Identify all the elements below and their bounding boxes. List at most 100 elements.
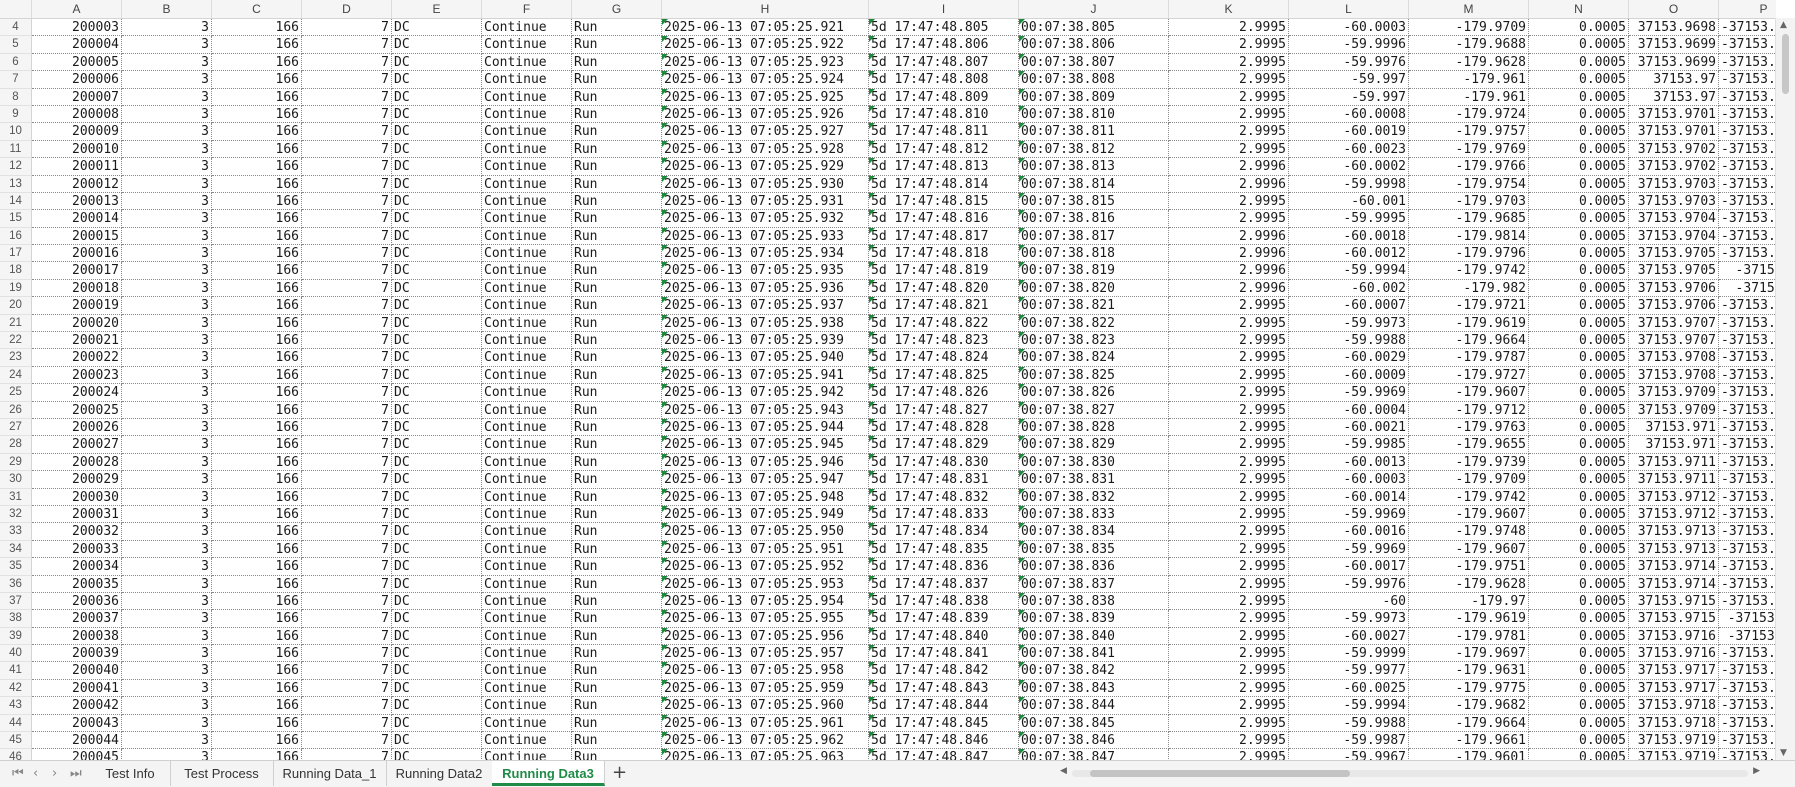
row-number[interactable]: 32 bbox=[0, 505, 32, 524]
cell-g[interactable]: Run bbox=[572, 123, 662, 141]
cell-a[interactable]: 200043 bbox=[32, 714, 122, 733]
cell-m[interactable]: -179.9607 bbox=[1409, 540, 1529, 559]
cell-h[interactable]: 2025-06-13 07:05:25.931 bbox=[662, 192, 869, 211]
row-number[interactable]: 24 bbox=[0, 366, 32, 385]
cell-b[interactable]: 3 bbox=[122, 471, 212, 489]
cell-k[interactable]: 2.9995 bbox=[1169, 610, 1289, 628]
next-sheet-icon[interactable]: › bbox=[52, 766, 57, 781]
row-number[interactable]: 4 bbox=[0, 19, 32, 37]
cell-n[interactable]: 0.0005 bbox=[1529, 471, 1629, 489]
cell-a[interactable]: 200041 bbox=[32, 679, 122, 698]
row-number[interactable]: 34 bbox=[0, 540, 32, 559]
cell-b[interactable]: 3 bbox=[122, 192, 212, 211]
cell-p[interactable]: -37153.9698 bbox=[1719, 193, 1776, 211]
cell-a[interactable]: 200044 bbox=[32, 732, 122, 750]
cell-o[interactable]: 37153.9704 bbox=[1629, 210, 1719, 228]
cell-b[interactable]: 3 bbox=[122, 349, 212, 367]
cell-j[interactable]: 00:07:38.816 bbox=[1019, 210, 1169, 228]
cell-a[interactable]: 200024 bbox=[32, 384, 122, 402]
cell-k[interactable]: 2.9996 bbox=[1169, 158, 1289, 176]
cell-p[interactable]: -37153.9693 bbox=[1719, 36, 1776, 54]
cell-b[interactable]: 3 bbox=[122, 610, 212, 628]
cell-j[interactable]: 00:07:38.833 bbox=[1019, 505, 1169, 524]
cell-n[interactable]: 0.0005 bbox=[1529, 505, 1629, 524]
cell-o[interactable]: 37153.97 bbox=[1629, 88, 1719, 106]
cell-n[interactable]: 0.0005 bbox=[1529, 71, 1629, 89]
cell-e[interactable]: DC bbox=[392, 384, 482, 402]
cell-c[interactable]: 166 bbox=[212, 471, 302, 489]
cell-f[interactable]: Continue bbox=[482, 262, 572, 280]
cell-o[interactable]: 37153.9706 bbox=[1629, 279, 1719, 298]
cell-j[interactable]: 00:07:38.839 bbox=[1019, 610, 1169, 628]
cell-g[interactable]: Run bbox=[572, 19, 662, 37]
row-number[interactable]: 9 bbox=[0, 105, 32, 124]
cell-d[interactable]: 7 bbox=[302, 227, 392, 246]
cell-k[interactable]: 2.9995 bbox=[1169, 88, 1289, 106]
cell-m[interactable]: -179.9709 bbox=[1409, 471, 1529, 489]
cell-e[interactable]: DC bbox=[392, 53, 482, 72]
cell-p[interactable]: -37153.9711 bbox=[1719, 662, 1776, 680]
cell-b[interactable]: 3 bbox=[122, 123, 212, 141]
row-number[interactable]: 7 bbox=[0, 71, 32, 89]
cell-e[interactable]: DC bbox=[392, 679, 482, 698]
cell-f[interactable]: Continue bbox=[482, 436, 572, 454]
scroll-right-icon[interactable]: ▶ bbox=[1753, 766, 1760, 776]
select-all-corner[interactable] bbox=[0, 0, 32, 18]
cell-d[interactable]: 7 bbox=[302, 349, 392, 367]
cell-a[interactable]: 200036 bbox=[32, 592, 122, 611]
cell-b[interactable]: 3 bbox=[122, 505, 212, 524]
cell-d[interactable]: 7 bbox=[302, 610, 392, 628]
cell-n[interactable]: 0.0005 bbox=[1529, 314, 1629, 333]
cell-c[interactable]: 166 bbox=[212, 19, 302, 37]
cell-a[interactable]: 200018 bbox=[32, 279, 122, 298]
add-sheet-icon[interactable]: + bbox=[612, 762, 627, 783]
cell-f[interactable]: Continue bbox=[482, 627, 572, 646]
cell-m[interactable]: -179.9757 bbox=[1409, 123, 1529, 141]
cell-i[interactable]: 5d 17:47:48.813 bbox=[869, 158, 1019, 176]
column-header-f[interactable]: F bbox=[482, 0, 572, 18]
row-number[interactable]: 45 bbox=[0, 732, 32, 750]
cell-j[interactable]: 00:07:38.834 bbox=[1019, 523, 1169, 541]
cell-k[interactable]: 2.9995 bbox=[1169, 105, 1289, 124]
cell-b[interactable]: 3 bbox=[122, 453, 212, 472]
cell-i[interactable]: 5d 17:47:48.834 bbox=[869, 523, 1019, 541]
cell-m[interactable]: -179.9685 bbox=[1409, 210, 1529, 228]
cell-o[interactable]: 37153.9715 bbox=[1629, 610, 1719, 628]
cell-i[interactable]: 5d 17:47:48.817 bbox=[869, 227, 1019, 246]
cell-p[interactable]: -37153.9697 bbox=[1719, 158, 1776, 176]
cell-f[interactable]: Continue bbox=[482, 175, 572, 193]
cell-c[interactable]: 166 bbox=[212, 575, 302, 593]
cell-e[interactable]: DC bbox=[392, 610, 482, 628]
cell-i[interactable]: 5d 17:47:48.832 bbox=[869, 488, 1019, 506]
row-number[interactable]: 41 bbox=[0, 662, 32, 680]
cell-i[interactable]: 5d 17:47:48.828 bbox=[869, 418, 1019, 437]
cell-l[interactable]: -59.9973 bbox=[1289, 314, 1409, 333]
cell-p[interactable]: -37153.9701 bbox=[1719, 297, 1776, 315]
cell-h[interactable]: 2025-06-13 07:05:25.938 bbox=[662, 314, 869, 333]
cell-d[interactable]: 7 bbox=[302, 332, 392, 350]
cell-m[interactable]: -179.982 bbox=[1409, 279, 1529, 298]
cell-a[interactable]: 200019 bbox=[32, 297, 122, 315]
cell-f[interactable]: Continue bbox=[482, 471, 572, 489]
cell-d[interactable]: 7 bbox=[302, 245, 392, 263]
cell-f[interactable]: Continue bbox=[482, 645, 572, 663]
cell-a[interactable]: 200015 bbox=[32, 227, 122, 246]
cell-g[interactable]: Run bbox=[572, 175, 662, 193]
cell-h[interactable]: 2025-06-13 07:05:25.957 bbox=[662, 645, 869, 663]
cell-h[interactable]: 2025-06-13 07:05:25.933 bbox=[662, 227, 869, 246]
row-number[interactable]: 42 bbox=[0, 679, 32, 698]
cell-e[interactable]: DC bbox=[392, 592, 482, 611]
cell-b[interactable]: 3 bbox=[122, 645, 212, 663]
cell-c[interactable]: 166 bbox=[212, 540, 302, 559]
cell-h[interactable]: 2025-06-13 07:05:25.961 bbox=[662, 714, 869, 733]
cell-p[interactable]: -37153.9696 bbox=[1719, 141, 1776, 159]
cell-n[interactable]: 0.0005 bbox=[1529, 158, 1629, 176]
cell-p[interactable]: -37153.9704 bbox=[1719, 419, 1776, 437]
row-number[interactable]: 17 bbox=[0, 245, 32, 263]
cell-n[interactable]: 0.0005 bbox=[1529, 436, 1629, 454]
cell-k[interactable]: 2.9995 bbox=[1169, 714, 1289, 733]
cell-k[interactable]: 2.9995 bbox=[1169, 558, 1289, 576]
cell-l[interactable]: -59.9967 bbox=[1289, 749, 1409, 760]
last-sheet-icon[interactable]: ⏭ bbox=[70, 766, 82, 781]
row-number[interactable]: 46 bbox=[0, 749, 32, 760]
